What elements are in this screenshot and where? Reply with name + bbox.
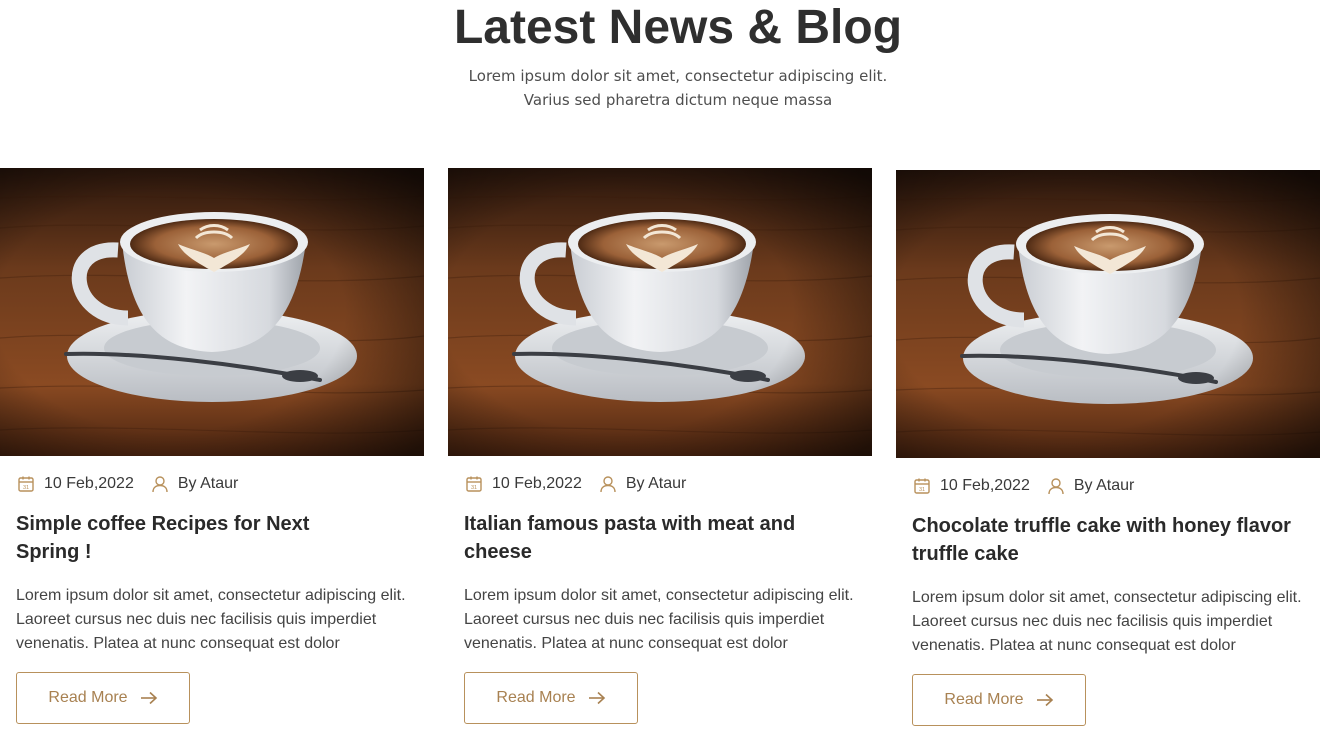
author-name: By Ataur [177, 475, 239, 492]
author-name: By Ataur [1073, 477, 1135, 494]
blog-card: 31 10 Feb,2022 By Ataur Chocolate truffl… [896, 170, 1320, 726]
section-title: Latest News & Blog [453, 1, 903, 54]
read-more-button[interactable]: Read More [464, 672, 638, 724]
calendar-icon: 31 [912, 476, 932, 496]
subtitle-line-2: Varius sed pharetra dictum neque massa [523, 91, 833, 109]
post-title[interactable]: Italian famous pasta with meat and chees… [464, 510, 804, 566]
post-title[interactable]: Simple coffee Recipes for Next Spring ! [16, 510, 356, 566]
read-more-button[interactable]: Read More [16, 672, 190, 724]
post-meta: 31 10 Feb,2022 By Ataur [464, 474, 686, 494]
arrow-right-icon [1036, 693, 1054, 707]
post-date: 10 Feb,2022 [492, 475, 582, 492]
subtitle-line-1: Lorem ipsum dolor sit amet, consectetur … [468, 67, 888, 85]
post-date: 10 Feb,2022 [940, 477, 1030, 494]
section-subtitle: Lorem ipsum dolor sit amet, consectetur … [0, 64, 1320, 112]
blog-card: 31 10 Feb,2022 By Ataur Simple coffee Re… [0, 168, 424, 724]
blog-card: 31 10 Feb,2022 By Ataur Italian famous p… [448, 168, 872, 724]
post-excerpt: Lorem ipsum dolor sit amet, consectetur … [464, 587, 854, 652]
post-author: By Ataur [150, 474, 238, 494]
read-more-label: Read More [496, 689, 576, 706]
read-more-label: Read More [48, 689, 128, 706]
svg-text:31: 31 [23, 485, 29, 491]
post-meta: 31 10 Feb,2022 By Ataur [16, 474, 238, 494]
arrow-right-icon [588, 691, 606, 705]
post-title[interactable]: Chocolate truffle cake with honey flavor… [912, 512, 1304, 568]
read-more-button[interactable]: Read More [912, 674, 1086, 726]
coffee-latte-image[interactable] [0, 168, 424, 456]
post-date: 10 Feb,2022 [44, 475, 134, 492]
post-author: By Ataur [1046, 476, 1134, 496]
user-icon [1046, 476, 1066, 496]
post-excerpt: Lorem ipsum dolor sit amet, consectetur … [16, 587, 406, 652]
coffee-latte-image[interactable] [448, 168, 872, 456]
author-name: By Ataur [625, 475, 687, 492]
calendar-icon: 31 [16, 474, 36, 494]
arrow-right-icon [140, 691, 158, 705]
post-author: By Ataur [598, 474, 686, 494]
coffee-latte-image[interactable] [896, 170, 1320, 458]
svg-text:31: 31 [471, 485, 477, 491]
user-icon [150, 474, 170, 494]
calendar-icon: 31 [464, 474, 484, 494]
svg-text:31: 31 [919, 487, 925, 493]
post-excerpt: Lorem ipsum dolor sit amet, consectetur … [912, 589, 1302, 654]
read-more-label: Read More [944, 691, 1024, 708]
user-icon [598, 474, 618, 494]
post-meta: 31 10 Feb,2022 By Ataur [912, 476, 1134, 496]
